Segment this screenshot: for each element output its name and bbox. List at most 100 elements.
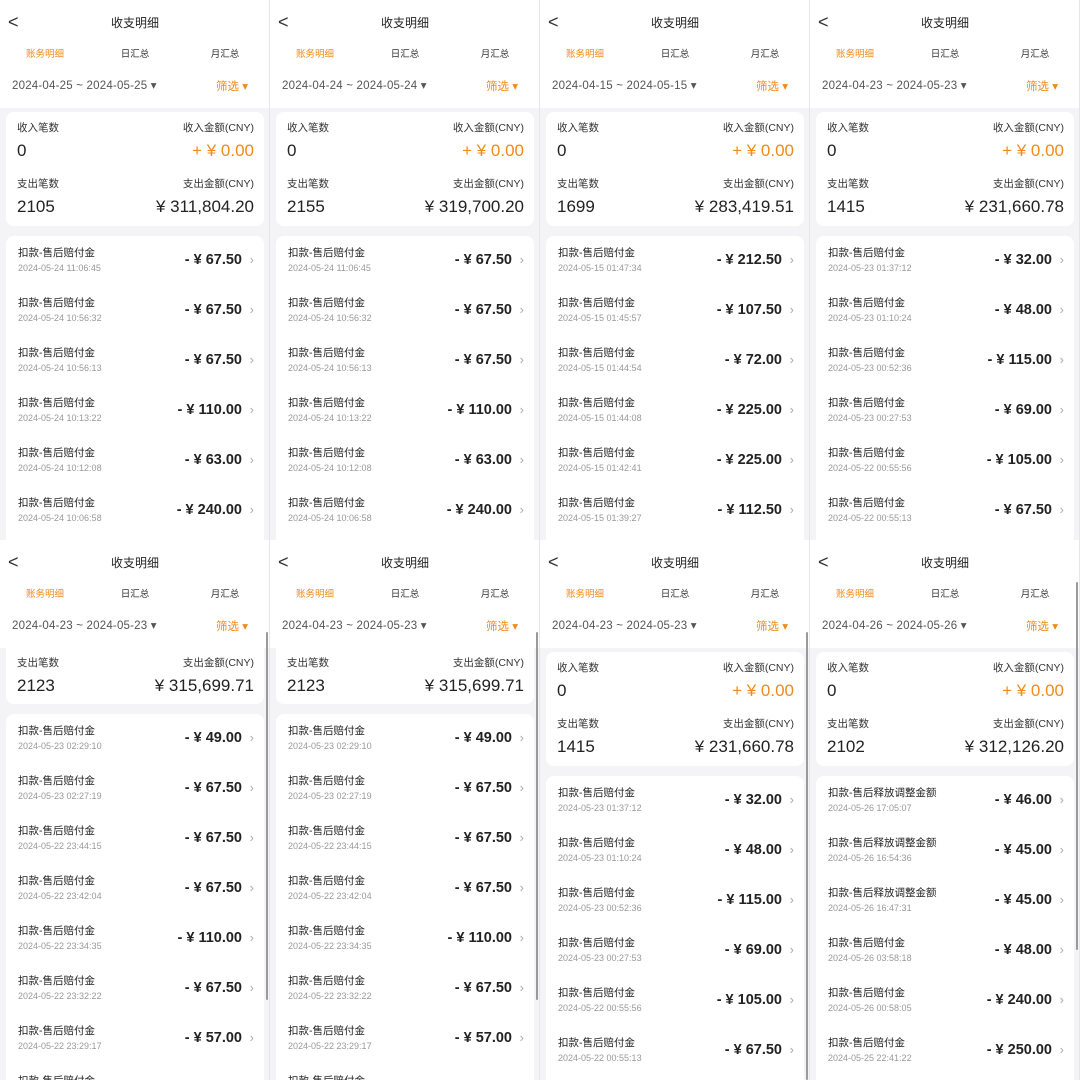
tab-monthly[interactable]: 月汇总: [720, 586, 809, 600]
tab-monthly[interactable]: 月汇总: [990, 586, 1079, 600]
scrollbar[interactable]: [266, 632, 268, 1000]
tab-ledger[interactable]: 账务明细: [270, 46, 360, 60]
tab-ledger[interactable]: 账务明细: [810, 46, 900, 60]
transaction-row[interactable]: 扣款-售后赔付金 2024-05-22 23:29:17 - ¥ 57.00 ›: [276, 1014, 534, 1064]
transaction-row[interactable]: 扣款-售后赔付金 2024-05-23 00:52:36 - ¥ 115.00 ›: [816, 336, 1074, 386]
transaction-row[interactable]: 扣款-售后赔付金 2024-05-23 01:10:24 - ¥ 48.00 ›: [546, 826, 804, 876]
transaction-row[interactable]: 扣款-售后赔付金 2024-05-22 23:42:04 - ¥ 67.50 ›: [276, 864, 534, 914]
tab-daily[interactable]: 日汇总: [630, 46, 720, 60]
transaction-row[interactable]: 扣款-售后释放调整金额 2024-05-26 17:05:07 - ¥ 46.00 ›: [816, 776, 1074, 826]
transaction-row[interactable]: 扣款-售后赔付金 2024-05-24 10:06:58 - ¥ 240.00 ›: [6, 486, 264, 536]
transaction-row[interactable]: 扣款-售后赔付金 2024-05-24 10:56:32 - ¥ 67.50 ›: [276, 286, 534, 336]
transaction-row[interactable]: 扣款-售后赔付金 2024-05-24 10:56:13 - ¥ 67.50 ›: [276, 336, 534, 386]
transaction-row[interactable]: 扣款-售后赔付金 2024-05-22 00:55:13 - ¥ 67.50 ›: [816, 486, 1074, 536]
date-range-selector[interactable]: 2024-04-23 ~ 2024-05-23 ▾: [282, 618, 427, 632]
tab-monthly[interactable]: 月汇总: [180, 586, 269, 600]
date-range-selector[interactable]: 2024-04-23 ~ 2024-05-23 ▾: [552, 618, 697, 632]
date-range-selector[interactable]: 2024-04-26 ~ 2024-05-26 ▾: [822, 618, 967, 632]
tab-ledger[interactable]: 账务明细: [0, 586, 90, 600]
tab-daily[interactable]: 日汇总: [90, 586, 180, 600]
filter-button[interactable]: 筛选 ▾: [1026, 618, 1058, 634]
tab-daily[interactable]: 日汇总: [360, 46, 450, 60]
transaction-row[interactable]: 扣款-售后赔付金 2024-05-23 00:52:36 - ¥ 115.00 ›: [546, 876, 804, 926]
transaction-row[interactable]: 扣款-售后赔付金 2024-05-22 00:55:56 - ¥ 105.00 ›: [546, 976, 804, 1026]
transaction-row[interactable]: 扣款-售后赔付金 2024-05-23 00:27:53 - ¥ 69.00 ›: [546, 926, 804, 976]
transaction-row[interactable]: 扣款-售后赔付金 2024-05-22 23:44:15 - ¥ 67.50 ›: [276, 814, 534, 864]
transaction-amount: - ¥ 107.50: [716, 302, 782, 318]
scrollbar[interactable]: [536, 632, 538, 1000]
transaction-row[interactable]: 扣款-售后赔付金 2024-05-15 01:47:34 - ¥ 212.50 ›: [546, 236, 804, 286]
transaction-row[interactable]: 扣款-售后赔付金 2024-05-23 01:37:12 - ¥ 32.00 ›: [816, 236, 1074, 286]
transaction-row[interactable]: 扣款-售后赔付金 2024-05-15 01:44:08 - ¥ 225.00 ›: [546, 386, 804, 436]
tab-daily[interactable]: 日汇总: [630, 586, 720, 600]
tab-monthly[interactable]: 月汇总: [450, 586, 539, 600]
transaction-row[interactable]: 扣款-售后赔付金- ¥ 67.50›: [276, 1064, 534, 1080]
transaction-row[interactable]: 扣款-售后赔付金 2024-05-24 10:12:08 - ¥ 63.00 ›: [6, 436, 264, 486]
transaction-row[interactable]: 扣款-售后赔付金 2024-05-22 00:55:56 - ¥ 105.00 ›: [816, 436, 1074, 486]
transaction-row[interactable]: 扣款-售后赔付金 2024-05-22 23:42:04 - ¥ 67.50 ›: [6, 864, 264, 914]
tab-monthly[interactable]: 月汇总: [180, 46, 269, 60]
tab-daily[interactable]: 日汇总: [360, 586, 450, 600]
chevron-right-icon: ›: [789, 842, 794, 857]
transaction-time: 2024-05-24 10:56:32: [288, 313, 372, 323]
tab-daily[interactable]: 日汇总: [900, 46, 990, 60]
tab-monthly[interactable]: 月汇总: [990, 46, 1079, 60]
tab-ledger[interactable]: 账务明细: [270, 586, 360, 600]
transaction-row[interactable]: 扣款-售后赔付金- ¥ 67.50›: [6, 1064, 264, 1080]
transaction-row[interactable]: 扣款-售后赔付金 2024-05-24 10:06:58 - ¥ 240.00 ›: [276, 486, 534, 536]
transaction-row[interactable]: 扣款-售后赔付金 2024-05-22 23:29:17 - ¥ 57.00 ›: [6, 1014, 264, 1064]
transaction-row[interactable]: 扣款-售后赔付金 2024-05-24 10:56:32 - ¥ 67.50 ›: [6, 286, 264, 336]
tab-daily[interactable]: 日汇总: [90, 46, 180, 60]
transaction-row[interactable]: 扣款-售后赔付金 2024-05-22 23:34:35 - ¥ 110.00 ›: [6, 914, 264, 964]
scrollbar[interactable]: [1076, 582, 1078, 950]
transaction-row[interactable]: 扣款-售后赔付金 2024-05-24 10:13:22 - ¥ 110.00 ›: [6, 386, 264, 436]
transaction-row[interactable]: 扣款-售后赔付金 2024-05-22 00:55:13 - ¥ 67.50 ›: [546, 1026, 804, 1076]
date-range-selector[interactable]: 2024-04-24 ~ 2024-05-24 ▾: [282, 78, 427, 92]
tab-monthly[interactable]: 月汇总: [720, 46, 809, 60]
transaction-row[interactable]: 扣款-售后赔付金 2024-05-24 11:06:45 - ¥ 67.50 ›: [6, 236, 264, 286]
filter-button[interactable]: 筛选 ▾: [756, 618, 788, 634]
transaction-row[interactable]: 扣款-售后赔付金 2024-05-15 01:44:54 - ¥ 72.00 ›: [546, 336, 804, 386]
transaction-row[interactable]: 扣款-售后赔付金 2024-05-23 02:27:19 - ¥ 67.50 ›: [276, 764, 534, 814]
transaction-row[interactable]: 扣款-售后赔付金 2024-05-24 11:06:45 - ¥ 67.50 ›: [276, 236, 534, 286]
transaction-row[interactable]: 扣款-售后赔付金 2024-05-25 22:41:22 - ¥ 250.00 ›: [816, 1026, 1074, 1076]
tab-ledger[interactable]: 账务明细: [540, 46, 630, 60]
transaction-row[interactable]: 扣款-售后赔付金 2024-05-22 23:32:22 - ¥ 67.50 ›: [6, 964, 264, 1014]
transaction-row[interactable]: 扣款-售后赔付金 2024-05-23 01:37:12 - ¥ 32.00 ›: [546, 776, 804, 826]
transaction-row[interactable]: 扣款-售后赔付金 2024-05-26 00:58:05 - ¥ 240.00 ›: [816, 976, 1074, 1026]
transaction-row[interactable]: 扣款-售后赔付金 2024-05-15 01:39:27 - ¥ 112.50 ›: [546, 486, 804, 536]
filter-button[interactable]: 筛选 ▾: [756, 78, 788, 94]
scrollbar[interactable]: [806, 632, 808, 1080]
transaction-row[interactable]: 扣款-售后赔付金 2024-05-15 01:45:57 - ¥ 107.50 ›: [546, 286, 804, 336]
transaction-row[interactable]: 扣款-售后赔付金 2024-05-24 10:56:13 - ¥ 67.50 ›: [6, 336, 264, 386]
tab-daily[interactable]: 日汇总: [900, 586, 990, 600]
filter-button[interactable]: 筛选 ▾: [216, 618, 248, 634]
transaction-description: 扣款-售后赔付金: [18, 1073, 95, 1080]
transaction-row[interactable]: 扣款-售后赔付金 2024-05-15 01:42:41 - ¥ 225.00 ›: [546, 436, 804, 486]
transaction-row[interactable]: 扣款-售后释放调整金额 2024-05-26 16:54:36 - ¥ 45.00 ›: [816, 826, 1074, 876]
tab-ledger[interactable]: 账务明细: [540, 586, 630, 600]
transaction-row[interactable]: 扣款-售后赔付金 2024-05-24 10:12:08 - ¥ 63.00 ›: [276, 436, 534, 486]
transaction-row[interactable]: 扣款-售后赔付金 2024-05-23 02:27:19 - ¥ 67.50 ›: [6, 764, 264, 814]
transaction-row[interactable]: 扣款-售后赔付金 2024-05-23 02:29:10 - ¥ 49.00 ›: [6, 714, 264, 764]
transaction-row[interactable]: 扣款-售后赔付金 2024-05-24 10:13:22 - ¥ 110.00 ›: [276, 386, 534, 436]
transaction-row[interactable]: 扣款-售后赔付金 2024-05-23 02:29:10 - ¥ 49.00 ›: [276, 714, 534, 764]
filter-button[interactable]: 筛选 ▾: [486, 78, 518, 94]
transaction-row[interactable]: 扣款-售后赔付金 2024-05-22 23:32:22 - ¥ 67.50 ›: [276, 964, 534, 1014]
transaction-row[interactable]: 扣款-售后赔付金 2024-05-23 01:10:24 - ¥ 48.00 ›: [816, 286, 1074, 336]
filter-button[interactable]: 筛选 ▾: [1026, 78, 1058, 94]
transaction-row[interactable]: 扣款-售后赔付金 2024-05-23 00:27:53 - ¥ 69.00 ›: [816, 386, 1074, 436]
date-range-selector[interactable]: 2024-04-23 ~ 2024-05-23 ▾: [822, 78, 967, 92]
filter-button[interactable]: 筛选 ▾: [216, 78, 248, 94]
tab-ledger[interactable]: 账务明细: [0, 46, 90, 60]
tab-monthly[interactable]: 月汇总: [450, 46, 539, 60]
transaction-row[interactable]: 扣款-售后赔付金 2024-05-22 23:44:15 - ¥ 67.50 ›: [6, 814, 264, 864]
transaction-row[interactable]: 扣款-售后赔付金 2024-05-22 23:34:35 - ¥ 110.00 ›: [276, 914, 534, 964]
tab-ledger[interactable]: 账务明细: [810, 586, 900, 600]
transaction-row[interactable]: 扣款-售后赔付金 2024-05-26 03:58:18 - ¥ 48.00 ›: [816, 926, 1074, 976]
filter-button[interactable]: 筛选 ▾: [486, 618, 518, 634]
transaction-row[interactable]: 扣款-售后释放调整金额 2024-05-26 16:47:31 - ¥ 45.00 ›: [816, 876, 1074, 926]
date-range-selector[interactable]: 2024-04-25 ~ 2024-05-25 ▾: [12, 78, 157, 92]
date-range-selector[interactable]: 2024-04-23 ~ 2024-05-23 ▾: [12, 618, 157, 632]
date-range-selector[interactable]: 2024-04-15 ~ 2024-05-15 ▾: [552, 78, 697, 92]
